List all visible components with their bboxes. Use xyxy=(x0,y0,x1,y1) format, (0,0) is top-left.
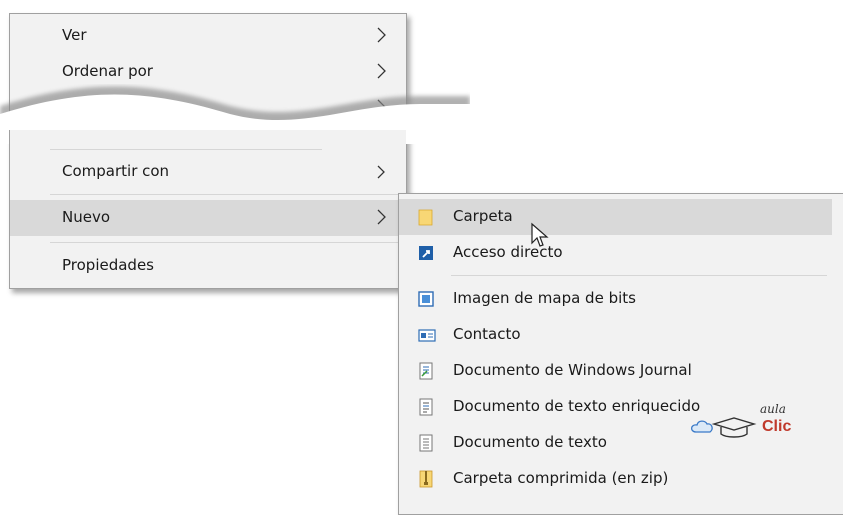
submenu-item-imagen-bits[interactable]: Imagen de mapa de bits xyxy=(399,281,843,317)
text-document-icon xyxy=(419,434,433,452)
bitmap-image-icon xyxy=(418,291,434,307)
menu-item-propiedades[interactable]: Propiedades xyxy=(10,248,406,284)
submenu-item-carpeta[interactable]: Carpeta xyxy=(399,199,832,235)
submenu-item-label: Documento de texto xyxy=(453,433,607,451)
zip-folder-icon xyxy=(419,470,433,488)
submenu-item-label: Documento de texto enriquecido xyxy=(453,397,701,415)
aulaclic-logo: aula Clic xyxy=(690,398,820,450)
submenu-item-label: Contacto xyxy=(453,325,521,343)
shortcut-icon xyxy=(419,246,433,260)
cloud-mortarboard-icon xyxy=(690,417,757,438)
menu-item-label: Ver xyxy=(62,26,87,44)
submenu-item-contacto[interactable]: Contacto xyxy=(399,317,843,353)
menu-item-ver[interactable]: Ver xyxy=(10,18,406,54)
menu-item-label: ar por xyxy=(94,98,139,116)
menu-item-label: Nuevo xyxy=(62,208,111,226)
menu-separator xyxy=(50,194,402,195)
contact-card-icon xyxy=(418,329,436,342)
submenu-item-label: Imagen de mapa de bits xyxy=(453,289,636,307)
menu-item-nuevo[interactable]: Nuevo xyxy=(10,200,406,236)
chevron-right-icon xyxy=(377,209,386,225)
menu-item-label: Compartir con xyxy=(62,162,170,180)
chevron-right-icon xyxy=(377,63,386,79)
logo-text-clic: Clic xyxy=(762,418,792,435)
mouse-cursor-icon xyxy=(531,222,549,247)
submenu-item-label: Carpeta comprimida (en zip) xyxy=(453,469,669,487)
logo-text-aula: aula xyxy=(760,402,786,416)
chevron-right-icon xyxy=(377,27,386,43)
submenu-item-carpeta-zip[interactable]: Carpeta comprimida (en zip) xyxy=(399,461,843,497)
menu-separator xyxy=(50,149,322,150)
submenu-item-label: Carpeta xyxy=(453,207,513,225)
menu-item-label: Propiedades xyxy=(62,256,154,274)
folder-icon xyxy=(418,209,433,226)
submenu-item-windows-journal[interactable]: Documento de Windows Journal xyxy=(399,353,843,389)
menu-separator xyxy=(50,242,402,243)
context-menu: Ver Ordenar por ar por D Compartir con N… xyxy=(9,13,407,289)
submenu-item-acceso-directo[interactable]: Acceso directo xyxy=(399,235,843,271)
submenu-item-label: Documento de Windows Journal xyxy=(453,361,692,379)
menu-body-fragment xyxy=(9,130,406,144)
menu-item-ordenar-por[interactable]: Ordenar por xyxy=(10,54,406,90)
new-submenu: Carpeta Acceso directo Imagen de mapa de… xyxy=(398,193,843,515)
menu-separator xyxy=(451,275,827,276)
chevron-right-icon xyxy=(377,165,385,179)
menu-item-label: Ordenar por xyxy=(62,62,153,80)
chevron-right-icon xyxy=(377,99,386,115)
menu-item-compartir-con[interactable]: Compartir con xyxy=(10,154,406,190)
rich-text-document-icon xyxy=(419,398,433,416)
journal-document-icon xyxy=(419,362,433,380)
